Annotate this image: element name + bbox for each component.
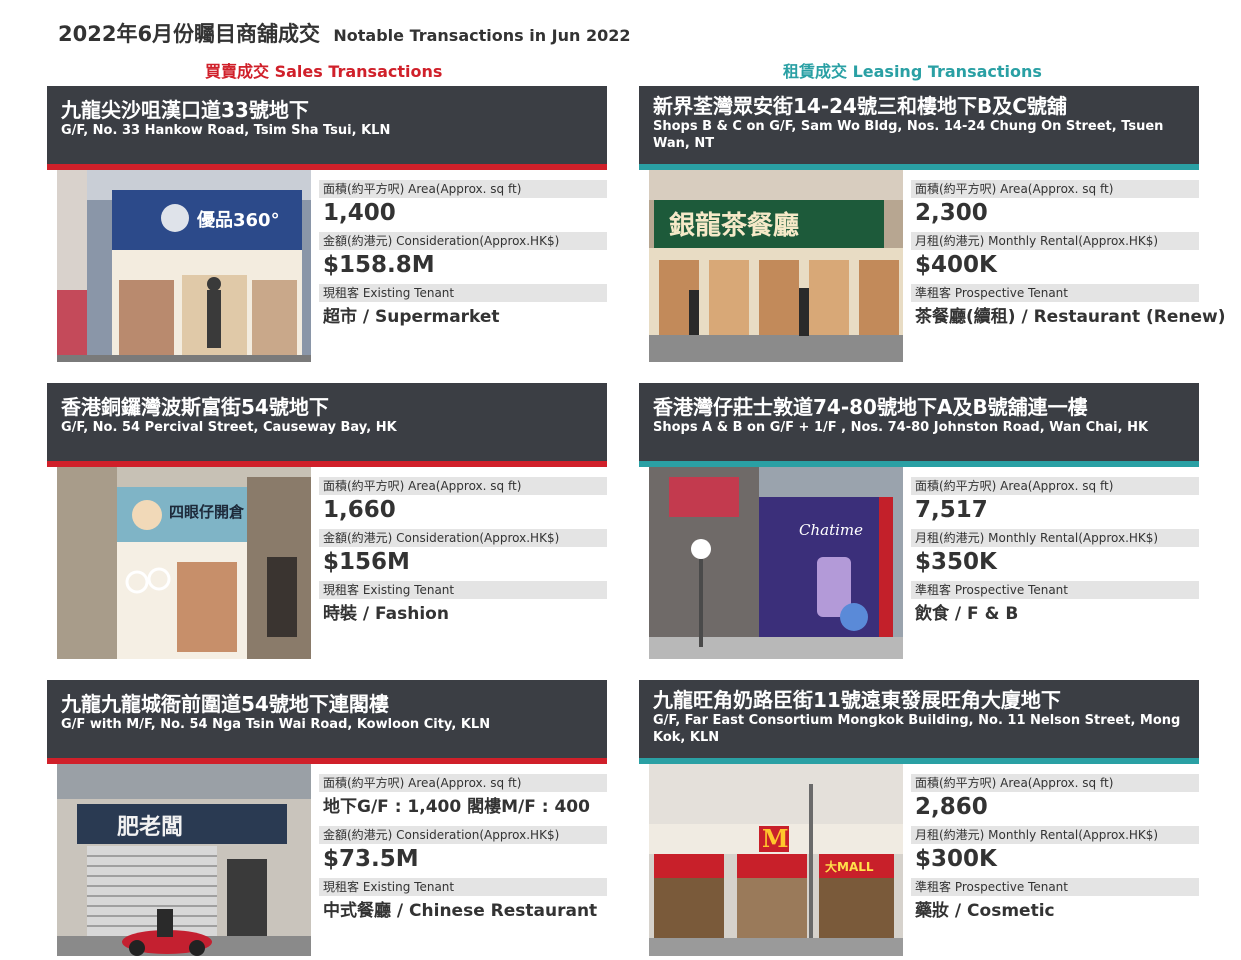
- sign-text: 優品360°: [196, 209, 280, 231]
- shop-photo: 肥老闆: [57, 764, 311, 956]
- sign-text: Chatime: [799, 521, 863, 539]
- address-zh: 香港灣仔莊士敦道74-80號地下A及B號舖連一樓: [653, 395, 1088, 419]
- area-value: 7,517: [915, 497, 988, 523]
- details: 面積(約平方呎) Area(Approx. sq ft) 7,517 月租(約港…: [911, 477, 1199, 629]
- address-zh: 新界荃灣眾安街14-24號三和樓地下B及C號舖: [653, 94, 1067, 118]
- shop-photo: 銀龍茶餐廳: [649, 170, 903, 362]
- rental-label: 月租(約港元) Monthly Rental(Approx.HK$): [911, 826, 1199, 844]
- details: 面積(約平方呎) Area(Approx. sq ft) 2,300 月租(約港…: [911, 180, 1226, 332]
- leasing-card-2: 香港灣仔莊士敦道74-80號地下A及B號舖連一樓 Shops A & B on …: [639, 383, 1199, 659]
- tenant-label: 現租客 Existing Tenant: [319, 581, 607, 599]
- details: 面積(約平方呎) Area(Approx. sq ft) 地下G/F : 1,4…: [319, 774, 607, 926]
- sign-text: 銀龍茶餐廳: [669, 210, 799, 241]
- leasing-heading: 租賃成交 Leasing Transactions: [783, 62, 1042, 81]
- address-en: G/F, No. 33 Hankow Road, Tsim Sha Tsui, …: [61, 123, 391, 138]
- rental-label: 月租(約港元) Monthly Rental(Approx.HK$): [911, 529, 1199, 547]
- details: 面積(約平方呎) Area(Approx. sq ft) 1,660 金額(約港…: [319, 477, 607, 629]
- area-label: 面積(約平方呎) Area(Approx. sq ft): [319, 180, 607, 198]
- address-en: G/F with M/F, No. 54 Nga Tsin Wai Road, …: [61, 717, 491, 732]
- tenant-label: 現租客 Existing Tenant: [319, 878, 607, 896]
- consideration-label: 金額(約港元) Consideration(Approx.HK$): [319, 826, 607, 844]
- card-header: 九龍旺角奶路臣街11號遠東發展旺角大廈地下 G/F, Far East Cons…: [639, 680, 1199, 764]
- area-label: 面積(約平方呎) Area(Approx. sq ft): [911, 477, 1199, 495]
- tenant-label: 準租客 Prospective Tenant: [911, 284, 1199, 302]
- area-label: 面積(約平方呎) Area(Approx. sq ft): [319, 774, 607, 792]
- sales-heading: 買賣成交 Sales Transactions: [205, 62, 443, 81]
- area-value: 1,660: [323, 497, 396, 523]
- address-zh: 九龍尖沙咀漢口道33號地下: [61, 98, 309, 122]
- rental-label: 月租(約港元) Monthly Rental(Approx.HK$): [911, 232, 1199, 250]
- area-value: 地下G/F : 1,400 閣樓M/F : 400: [323, 797, 590, 817]
- consideration-label: 金額(約港元) Consideration(Approx.HK$): [319, 529, 607, 547]
- card-header: 九龍尖沙咀漢口道33號地下 G/F, No. 33 Hankow Road, T…: [47, 86, 607, 170]
- page-title: 2022年6月份矚目商舖成交 Notable Transactions in J…: [58, 18, 631, 48]
- rental-value: $300K: [915, 846, 997, 872]
- address-en: Shops A & B on G/F + 1/F , Nos. 74-80 Jo…: [653, 420, 1149, 435]
- rental-value: $400K: [915, 252, 997, 278]
- tenant-value: 時裝 / Fashion: [323, 604, 449, 624]
- page-title-zh: 2022年6月份矚目商舖成交: [58, 22, 321, 46]
- consideration-label: 金額(約港元) Consideration(Approx.HK$): [319, 232, 607, 250]
- leasing-card-1: 新界荃灣眾安街14-24號三和樓地下B及C號舖 Shops B & C on G…: [639, 86, 1226, 362]
- consideration-value: $158.8M: [323, 252, 435, 278]
- card-header: 香港灣仔莊士敦道74-80號地下A及B號舖連一樓 Shops A & B on …: [639, 383, 1199, 467]
- sign-text: 四眼仔開倉: [169, 503, 245, 521]
- tenant-value: 中式餐廳 / Chinese Restaurant: [323, 901, 598, 921]
- address-zh: 九龍九龍城衙前圍道54號地下連閣樓: [61, 692, 389, 716]
- sales-card-3: 九龍九龍城衙前圍道54號地下連閣樓 G/F with M/F, No. 54 N…: [47, 680, 607, 956]
- tenant-label: 準租客 Prospective Tenant: [911, 581, 1199, 599]
- card-header: 香港銅鑼灣波斯富街54號地下 G/F, No. 54 Percival Stre…: [47, 383, 607, 467]
- address-en: G/F, No. 54 Percival Street, Causeway Ba…: [61, 420, 397, 435]
- page-title-en: Notable Transactions in Jun 2022: [333, 26, 631, 45]
- sales-card-1: 九龍尖沙咀漢口道33號地下 G/F, No. 33 Hankow Road, T…: [47, 86, 607, 362]
- area-value: 2,300: [915, 200, 988, 226]
- sign-text: 肥老闆: [117, 814, 183, 840]
- address-zh: 九龍旺角奶路臣街11號遠東發展旺角大廈地下: [653, 688, 1061, 712]
- shop-photo: 大MALL M: [649, 764, 903, 956]
- shop-photo: Chatime: [649, 467, 903, 659]
- details: 面積(約平方呎) Area(Approx. sq ft) 1,400 金額(約港…: [319, 180, 607, 332]
- rental-value: $350K: [915, 549, 997, 575]
- area-label: 面積(約平方呎) Area(Approx. sq ft): [319, 477, 607, 495]
- card-header: 九龍九龍城衙前圍道54號地下連閣樓 G/F with M/F, No. 54 N…: [47, 680, 607, 764]
- svg-text:M: M: [762, 824, 789, 853]
- tenant-value: 飲食 / F & B: [915, 604, 1019, 624]
- tenant-value: 超市 / Supermarket: [323, 307, 500, 327]
- address-en: G/F, Far East Consortium Mongkok Buildin…: [653, 713, 1181, 745]
- tenant-label: 現租客 Existing Tenant: [319, 284, 607, 302]
- sign-text: 大MALL: [825, 859, 874, 874]
- tenant-value: 藥妝 / Cosmetic: [915, 901, 1055, 921]
- tenant-label: 準租客 Prospective Tenant: [911, 878, 1199, 896]
- consideration-value: $73.5M: [323, 846, 419, 872]
- consideration-value: $156M: [323, 549, 410, 575]
- address-zh: 香港銅鑼灣波斯富街54號地下: [61, 395, 329, 419]
- sales-card-2: 香港銅鑼灣波斯富街54號地下 G/F, No. 54 Percival Stre…: [47, 383, 607, 659]
- leasing-card-3: 九龍旺角奶路臣街11號遠東發展旺角大廈地下 G/F, Far East Cons…: [639, 680, 1199, 956]
- area-label: 面積(約平方呎) Area(Approx. sq ft): [911, 180, 1199, 198]
- shop-photo: 四眼仔開倉: [57, 467, 311, 659]
- details: 面積(約平方呎) Area(Approx. sq ft) 2,860 月租(約港…: [911, 774, 1199, 926]
- area-value: 2,860: [915, 794, 988, 820]
- shop-photo: 優品360°: [57, 170, 311, 362]
- card-header: 新界荃灣眾安街14-24號三和樓地下B及C號舖 Shops B & C on G…: [639, 86, 1199, 170]
- area-label: 面積(約平方呎) Area(Approx. sq ft): [911, 774, 1199, 792]
- area-value: 1,400: [323, 200, 396, 226]
- tenant-value: 茶餐廳(續租) / Restaurant (Renew): [915, 307, 1226, 327]
- address-en: Shops B & C on G/F, Sam Wo Bldg, Nos. 14…: [653, 119, 1164, 151]
